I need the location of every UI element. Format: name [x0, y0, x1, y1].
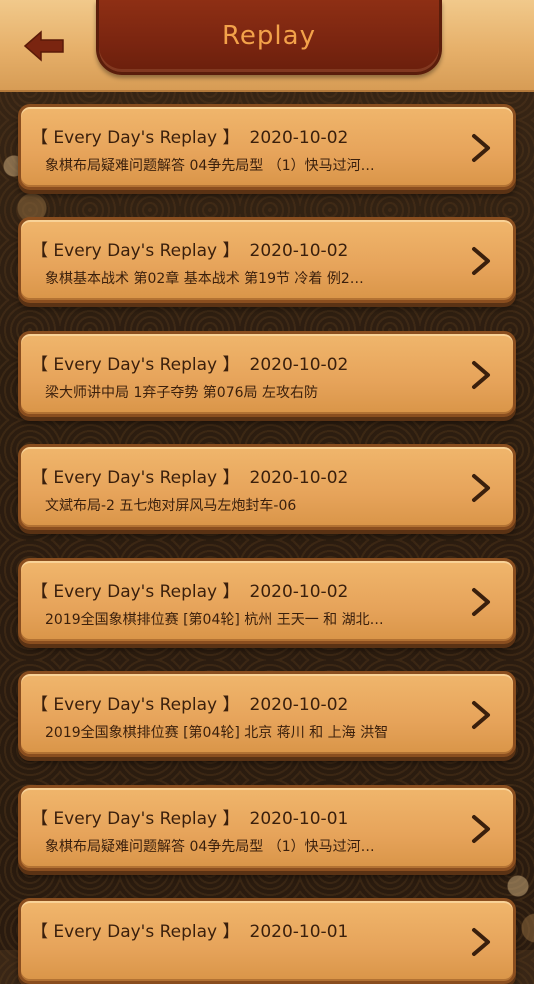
chevron-right-icon: [472, 247, 490, 275]
item-date: 2020-10-02: [249, 241, 349, 261]
item-tag: 【 Every Day's Replay 】: [31, 582, 240, 602]
page-title: Replay: [222, 21, 316, 51]
item-tag: 【 Every Day's Replay 】: [31, 128, 240, 148]
item-tag: 【 Every Day's Replay 】: [31, 922, 240, 942]
item-date: 2020-10-02: [249, 355, 349, 375]
item-tag: 【 Every Day's Replay 】: [31, 241, 240, 261]
chevron-right-icon: [472, 134, 490, 162]
item-date: 2020-10-02: [249, 128, 349, 148]
chevron-right-icon: [472, 701, 490, 729]
item-date: 2020-10-01: [249, 922, 349, 942]
item-subtitle: 梁大师讲中局 1弃子夺势 第076局 左攻右防: [45, 385, 318, 401]
item-date: 2020-10-02: [249, 582, 349, 602]
title-plaque: Replay: [96, 0, 442, 75]
back-arrow-icon: [23, 30, 64, 62]
list-item[interactable]: 【 Every Day's Replay 】 2020-10-01: [18, 898, 516, 984]
item-tag: 【 Every Day's Replay 】: [31, 809, 240, 829]
header-bar: Replay: [0, 0, 534, 92]
item-subtitle: 象棋基本战术 第02章 基本战术 第19节 冷着 例2…: [45, 271, 364, 287]
list-item[interactable]: 【 Every Day's Replay 】 2020-10-02 梁大师讲中局 …: [18, 331, 516, 417]
item-date: 2020-10-02: [249, 468, 349, 488]
chevron-right-icon: [472, 588, 490, 616]
item-subtitle: 2019全国象棋排位赛 [第04轮] 杭州 王天一 和 湖北…: [45, 612, 384, 628]
item-tag: 【 Every Day's Replay 】: [31, 468, 240, 488]
chevron-right-icon: [472, 474, 490, 502]
list-item[interactable]: 【 Every Day's Replay 】 2020-10-02 2019全国象…: [18, 558, 516, 644]
back-button[interactable]: [20, 26, 68, 66]
item-tag: 【 Every Day's Replay 】: [31, 695, 240, 715]
item-date: 2020-10-01: [249, 809, 349, 829]
item-date: 2020-10-02: [249, 695, 349, 715]
chevron-right-icon: [472, 928, 490, 956]
list-item[interactable]: 【 Every Day's Replay 】 2020-10-02 2019全国象…: [18, 671, 516, 757]
item-subtitle: 2019全国象棋排位赛 [第04轮] 北京 蒋川 和 上海 洪智: [45, 725, 389, 741]
item-tag: 【 Every Day's Replay 】: [31, 355, 240, 375]
item-subtitle: 象棋布局疑难问题解答 04争先局型 （1）快马过河…: [45, 839, 375, 855]
chevron-right-icon: [472, 815, 490, 843]
list-item[interactable]: 【 Every Day's Replay 】 2020-10-01 象棋布局疑难问…: [18, 785, 516, 871]
item-subtitle: 象棋布局疑难问题解答 04争先局型 （1）快马过河…: [45, 158, 375, 174]
list-item[interactable]: 【 Every Day's Replay 】 2020-10-02 象棋基本战术 …: [18, 217, 516, 303]
chevron-right-icon: [472, 361, 490, 389]
item-subtitle: 文斌布局-2 五七炮对屏风马左炮封车-06: [45, 498, 297, 514]
list-item[interactable]: 【 Every Day's Replay 】 2020-10-02 象棋布局疑难问…: [18, 104, 516, 190]
list-item[interactable]: 【 Every Day's Replay 】 2020-10-02 文斌布局-2 …: [18, 444, 516, 530]
